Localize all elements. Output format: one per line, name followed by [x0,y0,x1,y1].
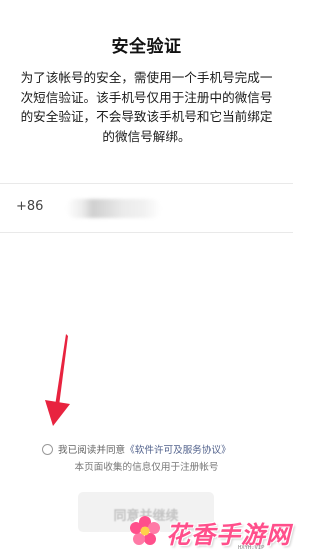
page-title: 安全验证 [111,37,182,57]
watermark-logo-icon [130,516,160,546]
page-description: 为了该帐号的安全，需使用一个手机号完成一次短信验证。该手机号仅用于注册中的微信号… [20,70,273,144]
red-arrow-annotation [45,334,70,426]
agreement-checkbox[interactable] [42,443,53,455]
watermark-text: 花香手游网 [166,521,291,549]
phone-input-wrap [60,184,293,232]
agreement-prefix: 我已阅读并同意 [58,445,126,456]
agreement-row: 我已阅读并同意 《软件许可及服务协议》 [42,440,231,458]
watermark-url: HXYH.VIP [238,545,265,551]
country-code[interactable]: +86 [16,199,43,214]
phone-number-blur-mask [66,199,161,218]
arrow-head [45,400,70,426]
agreement-link[interactable]: 《软件许可及服务协议》 [125,442,231,456]
phone-row: +86 [0,183,293,233]
arrow-shaft [55,334,68,406]
info-note: 本页面收集的信息仅用于注册帐号 [74,462,219,473]
watermark: 花香手游网 HXYH.VIP [128,512,291,556]
